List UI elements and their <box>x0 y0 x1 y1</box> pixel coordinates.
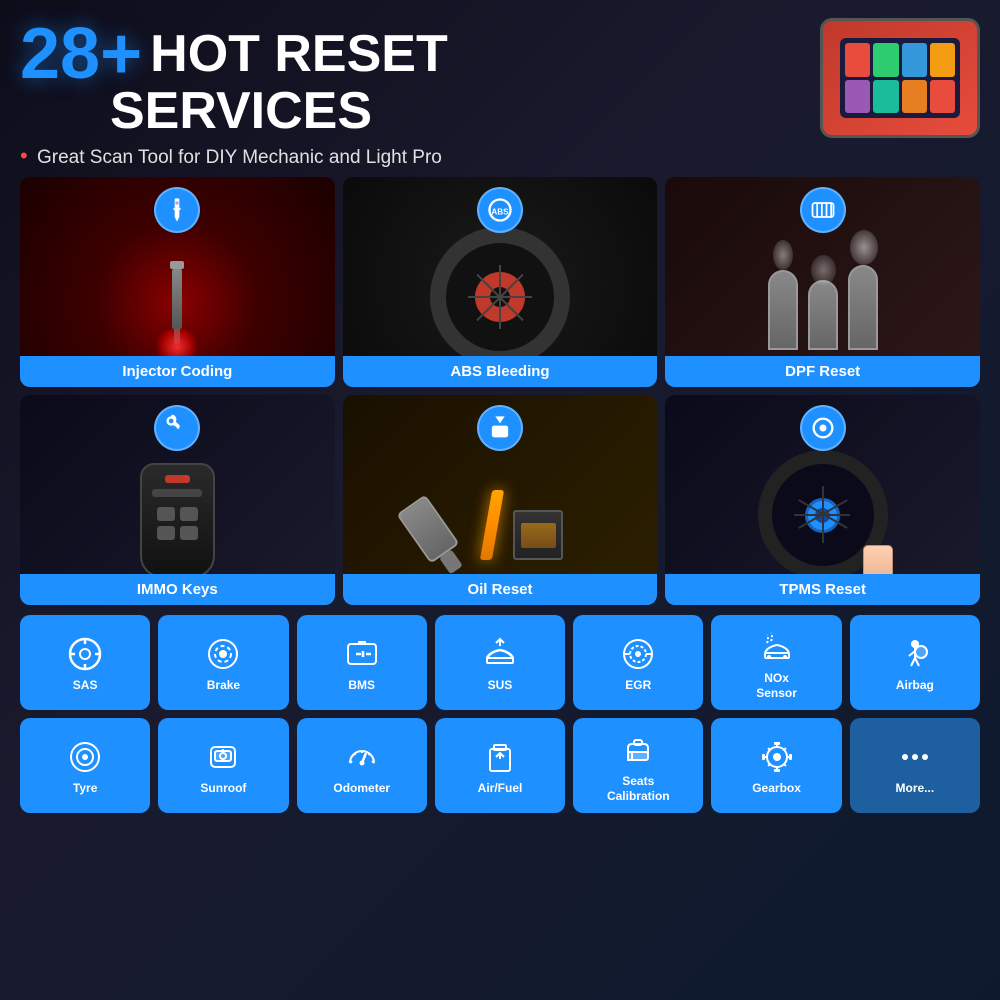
title-row: 28+ HOT RESET <box>20 18 820 90</box>
main-container: 28+ HOT RESET SERVICES • Great Scan Tool… <box>0 0 1000 825</box>
svg-text:ABS: ABS <box>491 208 509 217</box>
tyre-tile[interactable]: Tyre <box>20 718 150 813</box>
services-grid: Injector Coding ABS <box>20 177 980 605</box>
tpms-label: TPMS Reset <box>665 574 980 605</box>
screen-tile <box>902 80 927 114</box>
header-left: 28+ HOT RESET SERVICES • Great Scan Tool… <box>20 18 820 169</box>
sus-label: SUS <box>488 678 513 692</box>
bullet-dot: • <box>20 143 28 168</box>
icons-section: SAS Brake BMS <box>20 615 980 813</box>
egr-tile[interactable]: EGR <box>573 615 703 710</box>
more-label: More... <box>896 781 935 795</box>
injector-label: Injector Coding <box>20 356 335 387</box>
immo-label: IMMO Keys <box>20 574 335 605</box>
tyre-icon <box>67 739 103 775</box>
sus-tile[interactable]: SUS <box>435 615 565 710</box>
egr-icon <box>620 636 656 672</box>
sas-label: SAS <box>73 678 98 692</box>
nox-label: NOxSensor <box>756 671 797 700</box>
screen-tile <box>873 43 898 77</box>
nox-tile[interactable]: NOxSensor <box>711 615 841 710</box>
dpf-icon-badge <box>800 187 846 233</box>
device-image <box>820 18 980 138</box>
icons-row-2: Tyre Sunroof <box>20 718 980 813</box>
service-card-tpms[interactable]: TPMS Reset <box>665 395 980 605</box>
service-card-injector[interactable]: Injector Coding <box>20 177 335 387</box>
injector-icon-badge <box>154 187 200 233</box>
airfuel-label: Air/Fuel <box>478 781 523 795</box>
service-card-dpf[interactable]: DPF Reset <box>665 177 980 387</box>
screen-tile <box>845 43 870 77</box>
brake-label: Brake <box>207 678 240 692</box>
tpms-icon-badge <box>800 405 846 451</box>
oil-icon-badge <box>477 405 523 451</box>
odometer-tile[interactable]: Odometer <box>297 718 427 813</box>
brake-icon <box>205 636 241 672</box>
bms-icon <box>344 636 380 672</box>
title-text-block: HOT RESET <box>150 28 448 80</box>
icons-row-1: SAS Brake BMS <box>20 615 980 710</box>
gearbox-icon <box>759 739 795 775</box>
sus-icon <box>482 636 518 672</box>
gearbox-tile[interactable]: Gearbox <box>711 718 841 813</box>
airbag-icon <box>897 636 933 672</box>
abs-icon-badge: ABS <box>477 187 523 233</box>
screen-tile <box>930 43 955 77</box>
service-card-abs[interactable]: ABS <box>343 177 658 387</box>
airfuel-tile[interactable]: Air/Fuel <box>435 718 565 813</box>
screen-tile <box>873 80 898 114</box>
bms-tile[interactable]: BMS <box>297 615 427 710</box>
service-card-oil[interactable]: Oil Reset <box>343 395 658 605</box>
sunroof-tile[interactable]: Sunroof <box>158 718 288 813</box>
screen-tile <box>845 80 870 114</box>
service-count: 28+ <box>20 18 142 90</box>
more-icon <box>897 739 933 775</box>
more-tile[interactable]: More... <box>850 718 980 813</box>
airbag-label: Airbag <box>896 678 934 692</box>
title-line2: SERVICES <box>110 85 820 137</box>
sas-tile[interactable]: SAS <box>20 615 150 710</box>
egr-label: EGR <box>625 678 651 692</box>
airfuel-icon <box>482 739 518 775</box>
odometer-label: Odometer <box>333 781 390 795</box>
seats-label: SeatsCalibration <box>607 774 670 803</box>
header: 28+ HOT RESET SERVICES • Great Scan Tool… <box>20 18 980 169</box>
bms-label: BMS <box>348 678 375 692</box>
airbag-tile[interactable]: Airbag <box>850 615 980 710</box>
seats-icon <box>620 732 656 768</box>
sunroof-label: Sunroof <box>200 781 246 795</box>
oil-label: Oil Reset <box>343 574 658 605</box>
gearbox-label: Gearbox <box>752 781 801 795</box>
screen-tile <box>930 80 955 114</box>
screen-tile <box>902 43 927 77</box>
tyre-label: Tyre <box>73 781 97 795</box>
immo-icon-badge <box>154 405 200 451</box>
sas-icon <box>67 636 103 672</box>
dpf-label: DPF Reset <box>665 356 980 387</box>
odometer-icon <box>344 739 380 775</box>
abs-label: ABS Bleeding <box>343 356 658 387</box>
seats-tile[interactable]: SeatsCalibration <box>573 718 703 813</box>
sunroof-icon <box>205 739 241 775</box>
device-screen <box>840 38 960 118</box>
title-line1: HOT RESET <box>150 28 448 80</box>
service-card-immo[interactable]: IMMO Keys <box>20 395 335 605</box>
nox-icon <box>759 629 795 665</box>
subtitle: • Great Scan Tool for DIY Mechanic and L… <box>20 143 820 169</box>
brake-tile[interactable]: Brake <box>158 615 288 710</box>
